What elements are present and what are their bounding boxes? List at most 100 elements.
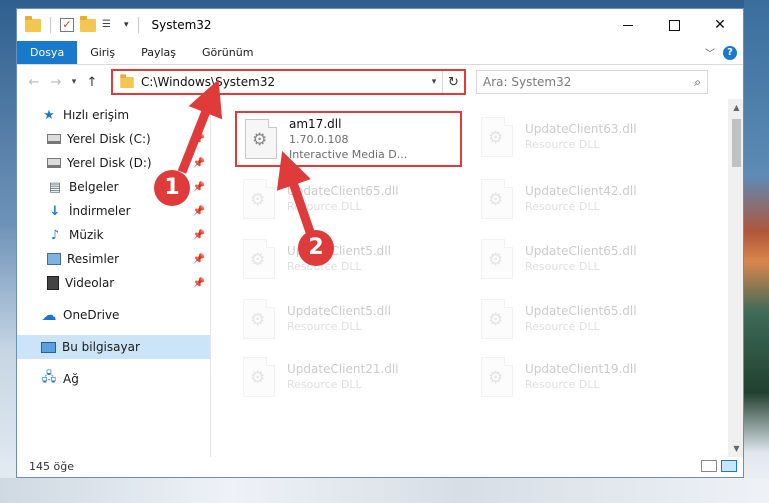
pictures-icon [47,253,61,265]
scroll-up-icon[interactable]: ▲ [728,99,743,116]
minimize-button[interactable] [605,9,651,41]
file-name: am17.dll [289,116,342,131]
sidebar-item-music[interactable]: ♪ Müzik 📌 [17,223,211,247]
file-item[interactable]: UpdateClient5.dll Resource DLL [235,233,460,285]
sidebar-item-label: Videolar [65,276,115,290]
navigation-bar: ← → ▾ ↑ C:\Windows\System32 ▾ ↻ ⌕ [17,65,743,99]
maximize-button[interactable] [651,9,697,41]
forward-button[interactable]: → [45,75,67,90]
close-button[interactable]: ✕ [697,9,743,41]
recent-locations-button[interactable]: ▾ [67,77,81,87]
sidebar-item-label: Belgeler [69,180,119,194]
address-bar[interactable]: C:\Windows\System32 ▾ ↻ [111,69,466,95]
file-version: 1.70.0.108 [289,132,349,146]
file-item[interactable]: UpdateClient42.dll Resource DLL [473,173,698,225]
file-list: am17.dll 1.70.0.108 Interactive Media D.… [211,99,743,457]
file-meta: UpdateClient19.dll Resource DLL [525,362,637,392]
scrollbar-thumb[interactable] [732,119,741,167]
sidebar-item-label: Ağ [63,372,79,386]
tab-giris[interactable]: Giriş [77,41,128,64]
sidebar-item-disk-d[interactable]: Yerel Disk (D:) 📌 [17,151,211,175]
new-folder-icon[interactable] [80,15,96,32]
file-item[interactable]: UpdateClient21.dll Resource DLL [235,351,460,403]
file-meta: UpdateClient65.dll Resource DLL [525,244,637,274]
toolbar-divider [50,17,51,33]
file-name: UpdateClient21.dll [287,362,399,376]
view-toggle [701,460,743,472]
sidebar-item-quick-access[interactable]: ★ Hızlı erişim [17,103,211,127]
file-name: UpdateClient65.dll [525,304,637,318]
tab-gorunum[interactable]: Görünüm [189,41,266,64]
dll-file-icon [243,357,275,397]
music-icon: ♪ [50,227,60,243]
sidebar-item-label: OneDrive [63,308,120,322]
search-icon[interactable]: ⌕ [694,75,701,90]
file-name: UpdateClient42.dll [525,184,637,198]
sidebar-item-label: İndirmeler [69,204,131,218]
sidebar-item-disk-c[interactable]: Yerel Disk (C:) 📌 [17,127,211,151]
file-meta: UpdateClient42.dll Resource DLL [525,184,637,214]
sidebar-item-videos[interactable]: Videolar 📌 [17,271,211,295]
sidebar-item-onedrive[interactable]: ☁ OneDrive [17,303,211,327]
up-button[interactable]: ↑ [81,75,103,90]
file-name: UpdateClient63.dll [525,122,637,136]
file-type: Resource DLL [525,320,600,333]
sidebar-item-this-pc[interactable]: Bu bilgisayar [17,335,211,359]
dll-file-icon [481,299,513,339]
folder-icon [120,73,134,88]
sidebar-item-label: Müzik [69,228,104,242]
file-item-am17[interactable]: am17.dll 1.70.0.108 Interactive Media D.… [235,111,462,167]
tab-dosya[interactable]: Dosya [17,41,78,64]
desktop-wallpaper [744,0,769,503]
search-input[interactable] [483,75,695,89]
pin-icon: 📌 [192,277,205,289]
file-meta: UpdateClient21.dll Resource DLL [287,362,399,392]
file-item[interactable]: UpdateClient65.dll Resource DLL [235,173,460,225]
dll-file-icon [481,357,513,397]
file-type: Resource DLL [525,260,600,273]
pin-icon: 📌 [192,157,205,169]
file-item[interactable]: UpdateClient63.dll Resource DLL [473,111,698,163]
details-view-icon[interactable] [701,460,717,472]
dll-file-icon [245,119,277,159]
file-item[interactable]: UpdateClient5.dll Resource DLL [235,293,460,345]
file-item[interactable]: UpdateClient65.dll Resource DLL [473,233,698,285]
file-meta: UpdateClient5.dll Resource DLL [287,304,391,334]
ribbon-tabs: Dosya Giriş Paylaş Görünüm ﹀ ? [17,41,743,65]
back-button[interactable]: ← [23,75,45,90]
address-dropdown-icon[interactable]: ▾ [426,77,442,87]
file-type: Resource DLL [287,378,362,391]
sidebar-item-network[interactable]: 🖧 Ağ [17,367,211,391]
file-item[interactable]: UpdateClient19.dll Resource DLL [473,351,698,403]
expand-ribbon-icon[interactable]: ﹀ [705,45,715,60]
file-type: Resource DLL [287,200,362,213]
sidebar-item-label: Hızlı erişim [63,108,130,122]
file-type: Resource DLL [525,378,600,391]
file-name: UpdateClient19.dll [525,362,637,376]
tab-paylas[interactable]: Paylaş [128,41,189,64]
properties-check-icon[interactable]: ✓ [60,18,74,32]
file-item[interactable]: UpdateClient65.dll Resource DLL [473,293,698,345]
search-box[interactable]: ⌕ [476,70,708,94]
pin-icon: 📌 [192,229,205,241]
file-meta: am17.dll 1.70.0.108 Interactive Media D.… [289,117,407,162]
address-path[interactable]: C:\Windows\System32 [141,75,426,89]
file-name: UpdateClient5.dll [287,304,391,318]
file-meta: UpdateClient63.dll Resource DLL [525,122,637,152]
dll-file-icon [243,299,275,339]
sidebar-item-pictures[interactable]: Resimler 📌 [17,247,211,271]
tiles-view-icon[interactable] [721,460,737,472]
this-pc-icon [41,341,56,353]
help-icon[interactable]: ? [723,45,737,60]
pin-icon: 📌 [192,205,205,217]
window-controls: ✕ [605,9,743,41]
properties-icon[interactable]: ☰ [102,18,118,32]
refresh-button[interactable]: ↻ [442,71,464,93]
desktop-wallpaper-bottom [0,478,769,503]
dll-file-icon [481,179,513,219]
item-count: 145 öğe [29,459,74,473]
vertical-scrollbar[interactable]: ▲ ▼ [728,99,743,457]
customize-toolbar-icon[interactable]: ▾ [124,20,129,30]
